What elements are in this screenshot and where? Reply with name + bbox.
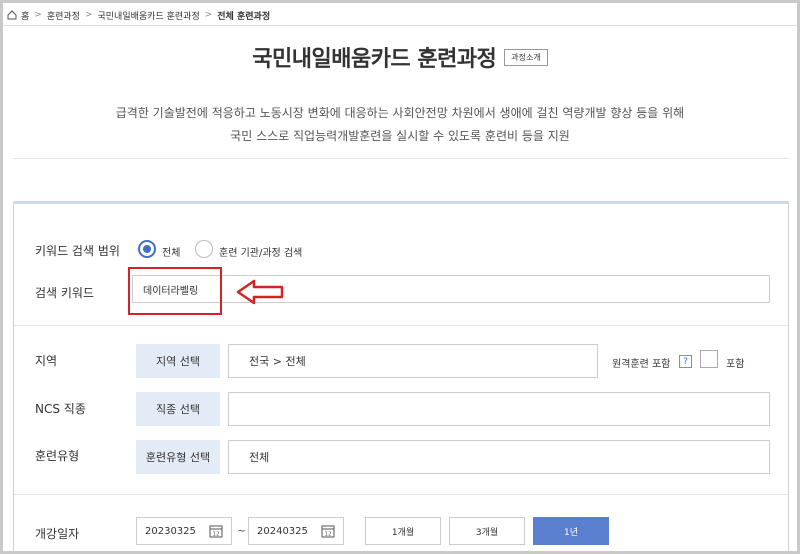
search-form: 키워드 검색 범위 전체 훈련 기관/과정 검색 검색 키워드 데이터라벨링 지… <box>13 201 789 551</box>
annotation-highlight-box <box>128 267 222 315</box>
breadcrumb-divider <box>3 25 797 26</box>
breadcrumb-current: 전체 훈련과정 <box>217 11 271 22</box>
scope-radio-all-label[interactable]: 전체 <box>162 244 180 259</box>
start-date-label: 개강일자 <box>35 527 80 541</box>
title-area: 국민내일배움카드 훈련과정 과정소개 <box>3 41 797 73</box>
chevron-right-icon: > <box>34 10 42 20</box>
calendar-icon[interactable]: 12 <box>321 524 335 538</box>
period-1month-button[interactable]: 1개월 <box>365 517 441 545</box>
row-divider <box>14 325 788 326</box>
start-date-from-input[interactable]: 20230325 12 <box>136 517 232 545</box>
remote-include-checkbox[interactable] <box>700 350 718 368</box>
region-value-field[interactable]: 전국 > 전체 <box>228 344 598 378</box>
training-type-value-field[interactable]: 전체 <box>228 440 770 474</box>
breadcrumb-card-training[interactable]: 국민내일배움카드 훈련과정 <box>98 9 200 22</box>
page-description-line1: 급격한 기술발전에 적응하고 노동시장 변화에 대응하는 사회안전망 차원에서 … <box>115 106 685 120</box>
calendar-icon-text: 12 <box>213 532 220 538</box>
keyword-scope-label: 키워드 검색 범위 <box>35 244 120 258</box>
breadcrumb: 홈 > 훈련과정 > 국민내일배움카드 훈련과정 > 전체 훈련과정 <box>7 6 270 24</box>
date-range-separator: ~ <box>237 524 247 537</box>
start-date-to-value: 20240325 <box>257 525 308 537</box>
breadcrumb-home[interactable]: 홈 <box>21 9 29 22</box>
training-type-value: 전체 <box>249 451 270 464</box>
start-date-from-value: 20230325 <box>145 525 196 537</box>
scope-radio-institution-label[interactable]: 훈련 기관/과정 검색 <box>219 244 302 259</box>
calendar-icon-text: 12 <box>325 532 332 538</box>
page-title: 국민내일배움카드 훈련과정 <box>252 47 497 72</box>
description-divider <box>13 158 789 159</box>
ncs-select-button[interactable]: 직종 선택 <box>136 392 220 426</box>
training-type-select-button[interactable]: 훈련유형 선택 <box>136 440 220 474</box>
start-date-to-input[interactable]: 20240325 12 <box>248 517 344 545</box>
scope-radio-institution[interactable] <box>195 240 213 258</box>
annotation-arrow-icon <box>236 279 284 305</box>
remote-training-label: 원격훈련 포함 <box>612 359 671 370</box>
ncs-value-field[interactable] <box>228 392 770 426</box>
search-keyword-input[interactable]: 데이터라벨링 <box>132 275 770 303</box>
region-label: 지역 <box>35 354 58 368</box>
breadcrumb-training[interactable]: 훈련과정 <box>47 9 80 22</box>
period-1year-button[interactable]: 1년 <box>533 517 609 545</box>
row-divider <box>14 494 788 495</box>
page-description-line2: 국민 스스로 직업능력개발훈련을 실시할 수 있도록 훈련비 등을 지원 <box>230 129 570 143</box>
help-icon[interactable]: ? <box>679 355 692 368</box>
period-3month-button[interactable]: 3개월 <box>449 517 525 545</box>
home-icon[interactable] <box>7 10 17 20</box>
training-type-label: 훈련유형 <box>35 449 80 463</box>
page-frame: 홈 > 훈련과정 > 국민내일배움카드 훈련과정 > 전체 훈련과정 국민내일배… <box>0 0 800 554</box>
chevron-right-icon: > <box>204 10 213 20</box>
search-keyword-label: 검색 키워드 <box>35 286 95 300</box>
ncs-label: NCS 직종 <box>35 402 86 416</box>
region-select-button[interactable]: 지역 선택 <box>136 344 220 378</box>
region-value: 전국 > 전체 <box>249 355 306 368</box>
course-intro-button[interactable]: 과정소개 <box>504 48 548 66</box>
chevron-right-icon: > <box>84 10 93 20</box>
remote-include-label[interactable]: 포함 <box>726 355 744 370</box>
scope-radio-all[interactable] <box>138 240 156 258</box>
calendar-icon[interactable]: 12 <box>209 524 223 538</box>
